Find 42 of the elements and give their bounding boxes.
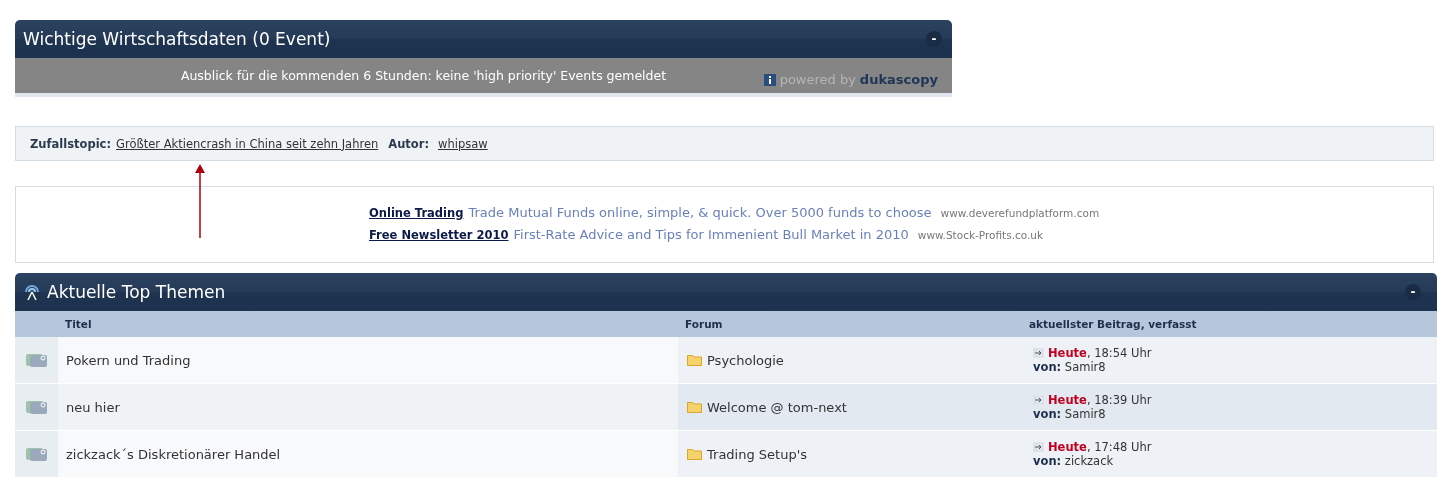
column-header: aktuellster Beitrag, verfasst [1022, 311, 1437, 337]
author-label: Autor: [388, 136, 430, 151]
post-author: von: Samir8 [1033, 407, 1106, 421]
author-link[interactable]: whipsaw [438, 136, 488, 151]
column-header [15, 311, 58, 337]
ad-url: www.Stock-Profits.co.uk [917, 229, 1044, 241]
topic-icon [24, 351, 49, 369]
broadcast-icon [23, 283, 41, 301]
forum-link[interactable]: Psychologie [707, 352, 784, 368]
column-header: Forum [678, 311, 1022, 337]
panel-title: Wichtige Wirtschaftsdaten (0 Event) [23, 29, 331, 49]
folder-icon [687, 448, 702, 460]
info-icon [763, 73, 776, 86]
post-author: von: zickzack [1033, 454, 1114, 468]
arrow-icon[interactable] [1033, 395, 1044, 405]
topic-icon [24, 398, 49, 416]
folder-icon [687, 401, 702, 413]
post-time: Heute, 18:54 Uhr [1048, 346, 1152, 360]
topic-title[interactable]: neu hier [58, 384, 678, 431]
folder-icon [687, 354, 702, 366]
post-time: Heute, 18:39 Uhr [1048, 393, 1152, 407]
ad-link[interactable]: Free Newsletter 2010 [369, 228, 509, 242]
ad-text: Trade Mutual Funds online, simple, & quick. Over 5000 funds to choose [468, 205, 932, 220]
ad-link[interactable]: Online Trading [369, 206, 464, 220]
topic-title[interactable]: zickzack´s Diskretionärer Handel [58, 431, 678, 478]
topic-link[interactable]: Größter Aktiencrash in China seit zehn Jahren [116, 136, 379, 151]
outlook-message: Ausblick für die kommenden 6 Stunden: keine 'high priority' Events gemeldet [180, 68, 667, 85]
topic-icon [24, 445, 49, 463]
topic-title[interactable]: Pokern und Trading [58, 337, 678, 384]
ad-text: First-Rate Advice and Tips for Immenient Bull Market in 2010 [513, 227, 909, 242]
panel-title: Aktuelle Top Themen [47, 282, 226, 302]
forum-link[interactable]: Trading Setup's [707, 446, 807, 462]
post-author: von: Samir8 [1033, 360, 1106, 374]
column-header: Titel [58, 311, 678, 337]
forum-link[interactable]: Welcome @ tom-next [707, 399, 847, 415]
arrow-icon[interactable] [1033, 348, 1044, 358]
arrow-icon[interactable] [1033, 442, 1044, 452]
ad-url: www.deverefundplatform.com [940, 207, 1100, 219]
collapse-button[interactable]: - [926, 31, 942, 47]
topic-label: Zufallstopic: [30, 136, 111, 151]
post-time: Heute, 17:48 Uhr [1048, 440, 1152, 454]
collapse-button[interactable]: - [1405, 284, 1421, 300]
